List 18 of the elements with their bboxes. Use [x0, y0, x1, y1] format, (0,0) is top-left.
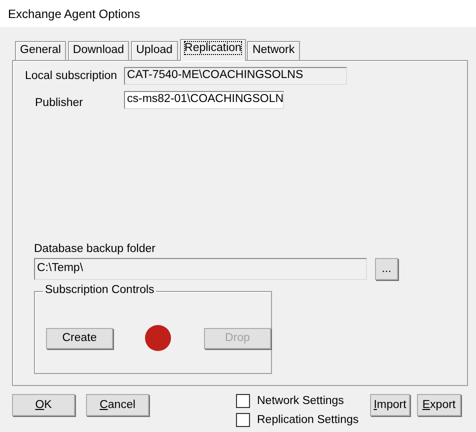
tab[interactable]: Download	[68, 41, 130, 60]
tab[interactable]: Network	[247, 41, 300, 60]
tab[interactable]: Replication	[180, 39, 246, 61]
checkbox[interactable]: Network Settings	[236, 393, 370, 409]
field-label: Publisher	[35, 96, 84, 108]
checkbox[interactable]: Replication Settings	[236, 412, 370, 428]
field-label: Local subscription	[25, 70, 118, 82]
dialog-button[interactable]: Cancel	[86, 394, 149, 416]
dialog-button[interactable]: Export	[417, 394, 461, 416]
dialog-button[interactable]: OK	[12, 394, 75, 416]
tab[interactable]: Upload	[131, 41, 178, 60]
group-title: Subscription Controls	[43, 284, 156, 296]
field-label: Database backup folder	[34, 243, 156, 255]
input-field[interactable]: cs-ms82-01\COACHINGSOLN	[124, 91, 284, 109]
dialog-button[interactable]: Import	[370, 394, 410, 416]
action-button[interactable]: Create	[46, 328, 113, 348]
tab[interactable]: General	[15, 41, 66, 60]
window-title: Exchange Agent Options	[8, 6, 140, 20]
